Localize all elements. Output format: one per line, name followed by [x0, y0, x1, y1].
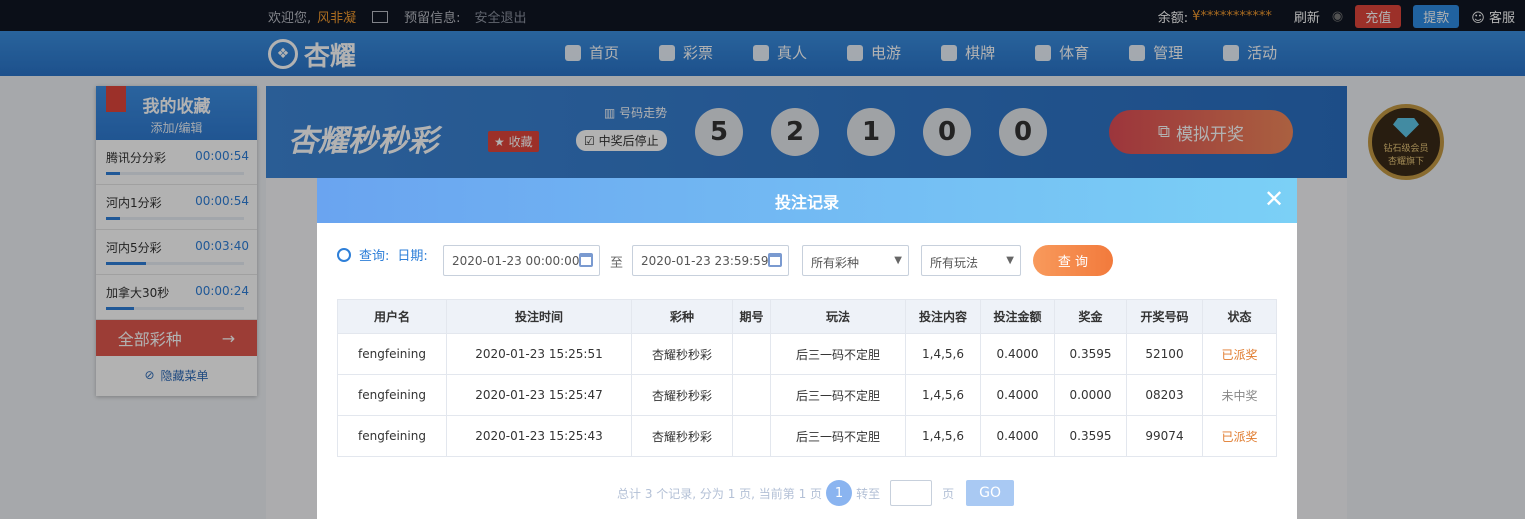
cell-prize: 0.3595 — [1054, 415, 1127, 457]
cell-numbers: 52100 — [1126, 333, 1203, 375]
cell-numbers: 08203 — [1126, 374, 1203, 416]
bet-records-modal: 投注记录 ✕ 查询: 日期: 2020-01-23 00:00:00 至 202… — [317, 178, 1297, 519]
column-header: 投注时间 — [446, 299, 632, 334]
cell-time: 2020-01-23 15:25:51 — [446, 333, 632, 375]
query-label: 查询: — [359, 249, 390, 264]
cell-prize: 0.0000 — [1054, 374, 1127, 416]
column-header: 投注金额 — [980, 299, 1055, 334]
pagination-summary: 总计 3 个记录, 分为 1 页, 当前第 1 页 — [617, 486, 823, 501]
start-date-value: 2020-01-23 00:00:00 — [452, 254, 580, 268]
cell-lottery: 杏耀秒秒彩 — [631, 374, 733, 416]
cell-lottery: 杏耀秒秒彩 — [631, 415, 733, 457]
cell-status: 已派奖 — [1202, 333, 1277, 375]
cell-amount: 0.4000 — [980, 333, 1055, 375]
end-date-input[interactable]: 2020-01-23 23:59:59 — [632, 245, 789, 276]
cell-status: 未中奖 — [1202, 374, 1277, 416]
lottery-select[interactable]: 所有彩种 ▼ — [802, 245, 909, 276]
table-row[interactable]: fengfeining 2020-01-23 15:25:51 杏耀秒秒彩 后三… — [337, 333, 1277, 375]
play-select[interactable]: 所有玩法 ▼ — [921, 245, 1021, 276]
query-label-group: 查询: 日期: — [337, 245, 428, 264]
date-separator: 至 — [610, 256, 624, 271]
column-header: 状态 — [1202, 299, 1277, 334]
page-unit-label: 页 — [942, 486, 955, 501]
cell-amount: 0.4000 — [980, 374, 1055, 416]
goto-label: 转至 — [856, 486, 881, 501]
cell-issue — [732, 374, 771, 416]
column-header: 玩法 — [770, 299, 906, 334]
query-button[interactable]: 查 询 — [1033, 245, 1113, 276]
column-header: 期号 — [732, 299, 771, 334]
cell-play: 后三一码不定胆 — [770, 415, 906, 457]
column-header: 开奖号码 — [1126, 299, 1203, 334]
lottery-select-value: 所有彩种 — [811, 256, 860, 270]
column-header: 奖金 — [1054, 299, 1127, 334]
cell-numbers: 99074 — [1126, 415, 1203, 457]
start-date-input[interactable]: 2020-01-23 00:00:00 — [443, 245, 600, 276]
column-header: 投注内容 — [905, 299, 981, 334]
table-row[interactable]: fengfeining 2020-01-23 15:25:47 杏耀秒秒彩 后三… — [337, 374, 1277, 416]
cell-play: 后三一码不定胆 — [770, 374, 906, 416]
cell-play: 后三一码不定胆 — [770, 333, 906, 375]
close-icon[interactable]: ✕ — [1263, 187, 1285, 211]
table-row[interactable]: fengfeining 2020-01-23 15:25:43 杏耀秒秒彩 后三… — [337, 415, 1277, 457]
calendar-icon[interactable] — [768, 253, 782, 267]
modal-header: 投注记录 ✕ — [317, 178, 1297, 223]
column-header: 彩种 — [631, 299, 733, 334]
page-button-current[interactable]: 1 — [826, 480, 853, 506]
search-icon — [337, 247, 351, 262]
cell-content: 1,4,5,6 — [905, 374, 981, 416]
modal-title: 投注记录 — [774, 192, 839, 212]
pagination: 总计 3 个记录, 分为 1 页, 当前第 1 页 1 转至 页 GO — [617, 480, 1015, 506]
bet-records-table: 用户名 投注时间 彩种 期号 玩法 投注内容 投注金额 奖金 开奖号码 状态 f… — [337, 299, 1277, 457]
goto-page-input[interactable] — [890, 480, 933, 506]
cell-status: 已派奖 — [1202, 415, 1277, 457]
cell-content: 1,4,5,6 — [905, 333, 981, 375]
cell-content: 1,4,5,6 — [905, 415, 981, 457]
cell-time: 2020-01-23 15:25:47 — [446, 374, 632, 416]
table-header-row: 用户名 投注时间 彩种 期号 玩法 投注内容 投注金额 奖金 开奖号码 状态 — [337, 299, 1277, 334]
cell-prize: 0.3595 — [1054, 333, 1127, 375]
cell-time: 2020-01-23 15:25:43 — [446, 415, 632, 457]
cell-issue — [732, 333, 771, 375]
end-date-value: 2020-01-23 23:59:59 — [641, 254, 769, 268]
go-button[interactable]: GO — [966, 480, 1015, 506]
chevron-down-icon: ▼ — [1006, 255, 1014, 266]
cell-user: fengfeining — [337, 374, 447, 416]
date-label: 日期: — [397, 249, 428, 264]
column-header: 用户名 — [337, 299, 447, 334]
cell-user: fengfeining — [337, 333, 447, 375]
cell-user: fengfeining — [337, 415, 447, 457]
cell-issue — [732, 415, 771, 457]
play-select-value: 所有玩法 — [930, 256, 979, 270]
cell-lottery: 杏耀秒秒彩 — [631, 333, 733, 375]
cell-amount: 0.4000 — [980, 415, 1055, 457]
calendar-icon[interactable] — [579, 253, 593, 267]
chevron-down-icon: ▼ — [894, 255, 902, 266]
